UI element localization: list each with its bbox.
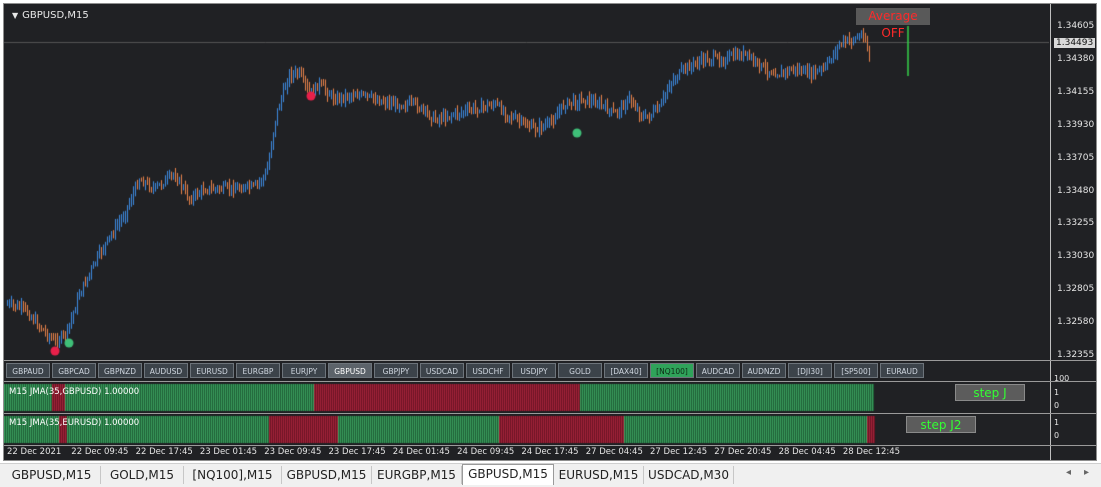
price-tick-label: 1.33255	[1057, 218, 1095, 229]
indicator1-label: M15 JMA(35,GBPUSD) 1.00000	[9, 387, 140, 397]
time-tick-label: 22 Dec 2021	[7, 447, 62, 457]
price-tick-label: 1.32580	[1057, 317, 1095, 328]
symbol-button-gbpusd[interactable]: GBPUSD	[328, 363, 372, 378]
tab-7[interactable]: USDCAD,M30	[644, 466, 734, 484]
price-tick-label: 1.33480	[1057, 185, 1095, 196]
price-tick-label: 1.34605	[1057, 21, 1095, 31]
time-tick-label: 28 Dec 04:45	[778, 447, 836, 457]
symbol-button-gbpnzd[interactable]: GBPNZD	[98, 363, 142, 378]
time-axis[interactable]: 22 Dec 2021 22 Dec 09:45 22 Dec 17:45 23 De…	[4, 446, 1049, 460]
time-tick-label: 27 Dec 20:45	[714, 447, 772, 457]
symbol-button-nq100[interactable]: [NQ100]	[650, 363, 694, 378]
symbol-button-usdjpy[interactable]: USDJPY	[512, 363, 556, 378]
time-tick-label: 27 Dec 12:45	[650, 447, 708, 457]
symbol-button-sp500[interactable]: [SP500]	[834, 363, 878, 378]
symbol-button-eurusd[interactable]: EURUSD	[190, 363, 234, 378]
indicator1-scale-bottom: 0	[1054, 401, 1060, 410]
symbol-button-euraud[interactable]: EURAUD	[880, 363, 924, 378]
symbol-button-usdchf[interactable]: USDCHF	[466, 363, 510, 378]
symbol-button-gbpjpy[interactable]: GBPJPY	[374, 363, 418, 378]
symbol-button-gold[interactable]: GOLD	[558, 363, 602, 378]
time-tick-label: 24 Dec 01:45	[392, 447, 450, 457]
time-tick-label: 28 Dec 12:45	[842, 447, 901, 457]
indicator2-scale-top: 1	[1054, 418, 1060, 427]
tab-scroll-right-icon[interactable]: ▸	[1084, 467, 1089, 478]
indicator1-histogram[interactable]	[4, 383, 1049, 412]
time-tick-label: 23 Dec 01:45	[199, 447, 258, 457]
symbol-button-dji30[interactable]: [DJI30]	[788, 363, 832, 378]
divider	[4, 381, 1096, 382]
price-tick-label: 1.33930	[1057, 119, 1095, 130]
dropdown-triangle-icon[interactable]: ▼	[12, 11, 18, 20]
price-tick-label: 1.32805	[1057, 284, 1095, 295]
time-tick-label: 22 Dec 17:45	[135, 447, 193, 457]
indicator2-scale-bottom: 0	[1054, 431, 1060, 440]
symbol-button-eurjpy[interactable]: EURJPY	[282, 363, 326, 378]
price-tick-label: 1.34155	[1057, 86, 1095, 97]
chart-title: ▼ GBPUSD,M15	[12, 10, 89, 21]
time-tick-label: 24 Dec 09:45	[457, 447, 515, 457]
candlestick-canvas[interactable]	[4, 4, 1049, 360]
step-j-button[interactable]: step J	[955, 384, 1025, 401]
current-price-label: 1.34493	[1054, 38, 1096, 48]
symbol-button-eurgbp[interactable]: EURGBP	[236, 363, 280, 378]
main-price-chart[interactable]: ▼ GBPUSD,M15 Average OFF	[4, 4, 1049, 360]
symbol-button-audusd[interactable]: AUDUSD	[144, 363, 188, 378]
tab-1[interactable]: GOLD,M15	[101, 466, 184, 484]
symbol-button-dax40[interactable]: [DAX40]	[604, 363, 648, 378]
time-tick-label: 27 Dec 04:45	[585, 447, 643, 457]
time-tick-label: 23 Dec 17:45	[328, 447, 386, 457]
symbol-button-usdcad[interactable]: USDCAD	[420, 363, 464, 378]
indicator2-label: M15 JMA(35,EURUSD) 1.00000	[9, 418, 140, 428]
time-tick-label: 23 Dec 09:45	[264, 447, 322, 457]
price-tick-label: 1.33030	[1057, 251, 1095, 262]
tab-4[interactable]: EURGBP,M15	[372, 466, 462, 484]
symbol-button-gbpaud[interactable]: GBPAUD	[6, 363, 50, 378]
terminal-window: ▼ GBPUSD,M15 Average OFF 1.34605 1.34380 1.…	[0, 0, 1101, 487]
indicator1-scale-top: 1	[1054, 388, 1060, 397]
price-tick-label: 1.32355	[1057, 350, 1095, 360]
tab-5[interactable]: GBPUSD,M15	[462, 464, 554, 485]
chart-symbol-label: GBPUSD,M15	[22, 10, 89, 21]
step-j2-button[interactable]: step J2	[906, 416, 976, 433]
chart-window[interactable]: ▼ GBPUSD,M15 Average OFF 1.34605 1.34380 1.…	[3, 3, 1097, 461]
tab-scroll-left-icon[interactable]: ◂	[1066, 467, 1071, 478]
symbol-button-audnzd[interactable]: AUDNZD	[742, 363, 786, 378]
indicator1-scale-header: 100	[1054, 374, 1070, 383]
time-tick-label: 22 Dec 09:45	[71, 447, 129, 457]
price-tick-label: 1.34380	[1057, 53, 1095, 64]
symbol-button-gbpcad[interactable]: GBPCAD	[52, 363, 96, 378]
symbol-button-row: GBPAUD GBPCAD GBPNZD AUDUSD EURUSD EURGBP EURJ…	[4, 361, 1049, 381]
tab-3[interactable]: GBPUSD,M15	[282, 466, 372, 484]
tab-0[interactable]: GBPUSD,M15	[3, 466, 101, 484]
average-toggle-button[interactable]: Average OFF	[856, 8, 930, 40]
divider	[4, 413, 1096, 414]
chart-tab-bar: ◂ ▸ GBPUSD,M15 GOLD,M15 [NQ100],M15 GBPUSD,…	[0, 463, 1101, 487]
tab-6[interactable]: EURUSD,M15	[554, 466, 644, 484]
tab-2[interactable]: [NQ100],M15	[184, 466, 282, 484]
time-tick-label: 24 Dec 17:45	[521, 447, 579, 457]
symbol-button-audcad[interactable]: AUDCAD	[696, 363, 740, 378]
indicator2-histogram[interactable]	[4, 415, 1049, 444]
price-tick-label: 1.33705	[1057, 152, 1095, 163]
